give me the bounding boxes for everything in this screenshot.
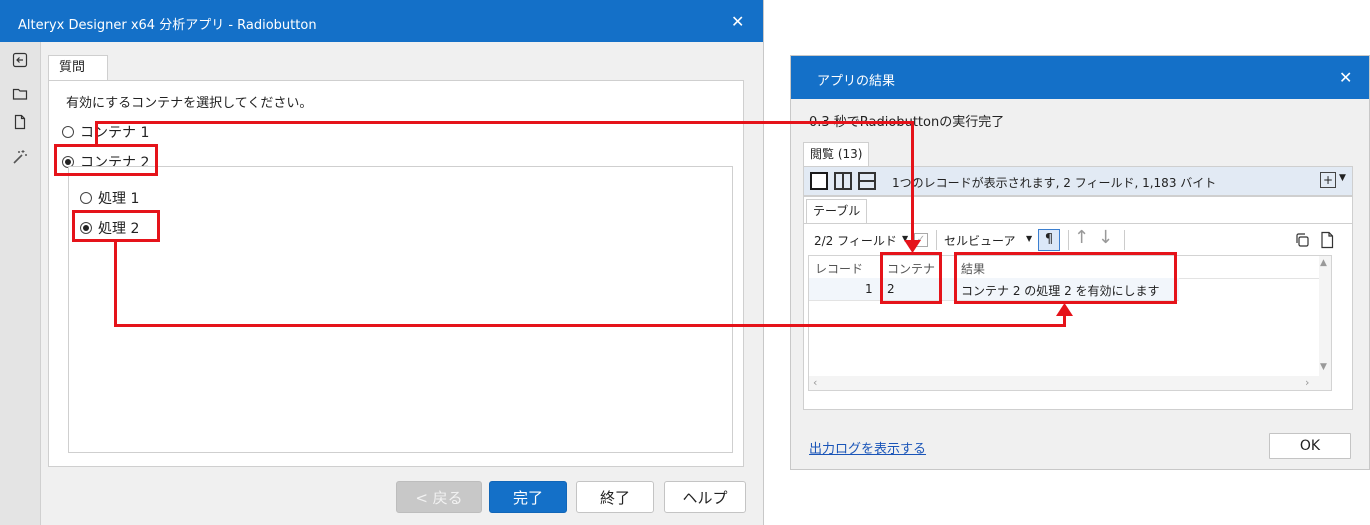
- app-title: Alteryx Designer x64 分析アプリ - Radiobutton: [18, 18, 317, 33]
- layout-horizontal-icon[interactable]: [834, 172, 852, 190]
- scroll-up-icon[interactable]: ▲: [1320, 258, 1327, 268]
- radio-circle[interactable]: [62, 126, 74, 138]
- radio-label: コンテナ 1: [80, 125, 150, 141]
- ok-button[interactable]: OK: [1269, 433, 1351, 459]
- chevron-down-icon[interactable]: ▼: [1339, 173, 1346, 183]
- record-number: 1: [865, 282, 873, 296]
- scroll-down-icon[interactable]: ▼: [1320, 362, 1327, 372]
- tab-table[interactable]: テーブル: [806, 199, 868, 223]
- arrow-up-icon[interactable]: ↑: [1074, 227, 1089, 248]
- browse-toolbar: 1つのレコードが表示されます, 2 フィールド, 1,183 バイト + ▼: [803, 166, 1353, 196]
- annotation-arrow-down: [904, 240, 921, 253]
- vertical-scrollbar[interactable]: [1319, 256, 1331, 376]
- close-icon[interactable]: ✕: [1339, 68, 1352, 87]
- copy-icon[interactable]: [1294, 232, 1310, 252]
- document-icon[interactable]: [1319, 231, 1335, 253]
- close-icon[interactable]: ✕: [731, 12, 744, 31]
- container-2-panel: [68, 166, 733, 453]
- annotation-line: [95, 121, 914, 124]
- annotation-box-container-column: [880, 252, 942, 304]
- chevron-down-icon[interactable]: ▼: [1026, 234, 1032, 243]
- toolbar-divider: [1068, 230, 1069, 250]
- layout-single-icon[interactable]: [810, 172, 828, 190]
- radio-label: 処理 1: [98, 191, 140, 207]
- back-button[interactable]: < 戻る: [396, 481, 482, 513]
- annotation-line: [95, 122, 98, 145]
- app-titlebar: Alteryx Designer x64 分析アプリ - Radiobutton…: [0, 0, 763, 42]
- scroll-right-icon[interactable]: ›: [1305, 376, 1309, 389]
- annotation-box-process-2: [72, 210, 160, 242]
- horizontal-scrollbar[interactable]: [809, 376, 1331, 390]
- finish-button[interactable]: 完了: [489, 481, 567, 513]
- radio-container-1[interactable]: コンテナ 1: [62, 122, 149, 142]
- document-icon[interactable]: [10, 112, 30, 132]
- magic-wand-icon[interactable]: [10, 147, 30, 167]
- question-prompt: 有効にするコンテナを選択してください。: [66, 96, 313, 111]
- scroll-left-icon[interactable]: ‹: [813, 376, 817, 389]
- folder-icon[interactable]: [10, 84, 30, 104]
- layout-vertical-icon[interactable]: [858, 172, 876, 190]
- toolbar-divider: [1124, 230, 1125, 250]
- records-info: 1つのレコードが表示されます, 2 フィールド, 1,183 バイト: [892, 176, 1217, 190]
- radio-process-1[interactable]: 処理 1: [80, 188, 139, 208]
- column-header[interactable]: レコード: [815, 260, 863, 277]
- annotation-box-container-2: [54, 144, 158, 176]
- radio-circle[interactable]: [80, 192, 92, 204]
- output-log-link[interactable]: 出力ログを表示する: [809, 438, 926, 457]
- tab-question[interactable]: 質問: [48, 55, 108, 81]
- tab-browse[interactable]: 閲覧 (13): [803, 142, 870, 166]
- back-arrow-icon[interactable]: [10, 50, 30, 70]
- annotation-line: [114, 241, 117, 327]
- sidebar: [0, 42, 41, 525]
- annotation-arrow-up: [1056, 303, 1073, 316]
- result-titlebar: アプリの結果 ✕: [791, 56, 1369, 99]
- annotation-line: [114, 324, 1066, 327]
- annotation-box-result-column: [954, 252, 1177, 304]
- result-title: アプリの結果: [817, 74, 896, 89]
- arrow-down-icon[interactable]: ↓: [1098, 227, 1113, 248]
- toolbar-divider: [936, 230, 937, 250]
- add-view-icon[interactable]: +: [1320, 172, 1336, 188]
- annotation-line: [911, 121, 914, 243]
- help-button[interactable]: ヘルプ: [664, 481, 746, 513]
- pilcrow-icon[interactable]: ¶: [1038, 229, 1060, 251]
- fields-count[interactable]: 2/2 フィールド: [814, 232, 897, 249]
- exit-button[interactable]: 終了: [576, 481, 654, 513]
- cell-viewer-button[interactable]: セルビューア: [944, 232, 1016, 249]
